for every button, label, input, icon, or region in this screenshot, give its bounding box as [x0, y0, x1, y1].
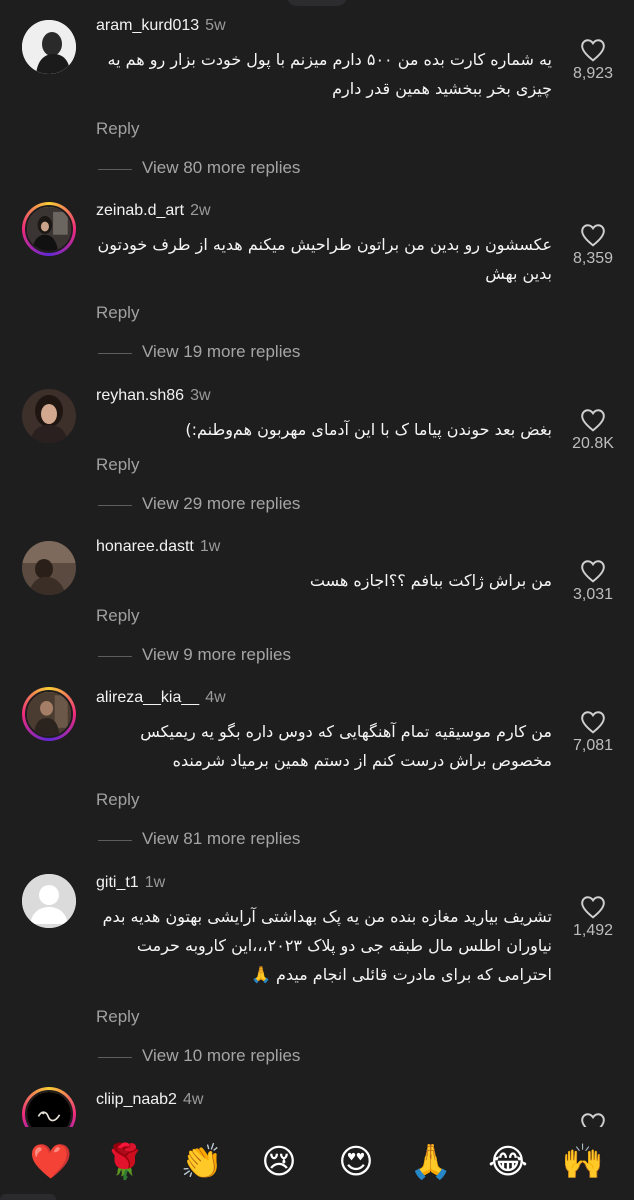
- reply-button[interactable]: Reply: [96, 606, 139, 626]
- avatar[interactable]: [22, 389, 76, 443]
- comment-time: 4w: [182, 1091, 204, 1108]
- reaction-sad-emoji[interactable]: 😢: [253, 1139, 305, 1185]
- like-button[interactable]: 3,031: [560, 559, 626, 604]
- comment-username[interactable]: reyhan.sh86: [96, 387, 184, 404]
- like-button[interactable]: 7,081: [560, 710, 626, 755]
- comment-time: 1w: [199, 538, 221, 555]
- reaction-raised-hands-emoji[interactable]: 🙌: [557, 1139, 609, 1185]
- reaction-rose-emoji[interactable]: 🌹: [99, 1139, 151, 1185]
- reply-button[interactable]: Reply: [96, 303, 139, 323]
- reaction-heart-eyes-emoji[interactable]: 😍: [330, 1139, 382, 1185]
- reaction-laugh-emoji[interactable]: 😂: [482, 1139, 534, 1185]
- view-more-replies-button[interactable]: View 80 more replies: [97, 158, 300, 178]
- view-more-replies-button[interactable]: View 10 more replies: [97, 1046, 300, 1066]
- comment-username[interactable]: aram_kurd013: [96, 17, 199, 34]
- comment-header: aram_kurd013 5w: [96, 16, 226, 36]
- avatar-photo: [22, 541, 76, 595]
- heart-outline-icon: [581, 409, 605, 432]
- default-avatar-icon: [22, 874, 76, 928]
- view-more-replies-button[interactable]: View 9 more replies: [98, 645, 291, 665]
- reply-button[interactable]: Reply: [96, 119, 139, 139]
- comment-header: alireza__kia__ 4w: [96, 688, 226, 708]
- reaction-pray-emoji[interactable]: 🙏: [405, 1139, 457, 1185]
- view-more-replies-button[interactable]: View 29 more replies: [97, 494, 300, 514]
- reply-button[interactable]: Reply: [96, 1007, 139, 1027]
- like-button[interactable]: 1,492: [560, 895, 626, 940]
- heart-outline-icon: [581, 560, 605, 583]
- avatar-photo: [22, 20, 76, 74]
- comment-input-edge[interactable]: [0, 1194, 56, 1200]
- avatar[interactable]: [22, 20, 76, 74]
- comment-text: تشریف بیارید مغازه بنده من یه پک بهداشتی…: [102, 907, 552, 984]
- reaction-clap-emoji[interactable]: 👏: [176, 1139, 228, 1185]
- like-button[interactable]: 8,359: [560, 223, 626, 268]
- comment-time: 3w: [190, 387, 211, 404]
- view-more-replies-button[interactable]: View 19 more replies: [97, 342, 300, 362]
- view-more-replies-button[interactable]: View 81 more replies: [97, 829, 300, 849]
- avatar[interactable]: [22, 874, 76, 928]
- comment-header: zeinab.d_art 2w: [96, 201, 211, 221]
- avatar-photo: [27, 207, 71, 251]
- comment-time: 2w: [190, 202, 211, 219]
- comment-username[interactable]: alireza__kia__: [96, 689, 199, 706]
- comment-time: 1w: [144, 874, 166, 891]
- like-count: 8,359: [572, 250, 614, 267]
- comment-username[interactable]: giti_t1: [96, 874, 139, 891]
- avatar[interactable]: [22, 202, 76, 256]
- avatar-photo: [22, 389, 76, 443]
- comment-header: giti_t1 1w: [96, 873, 165, 893]
- avatar-photo: [27, 692, 71, 736]
- comment-header: reyhan.sh86 3w: [96, 386, 211, 406]
- quick-reaction-bar: ❤️ 🌹 👏 😢 😍 🙏 😂 🙌: [0, 1127, 634, 1200]
- comment-time: 5w: [205, 17, 226, 34]
- like-count: 7,081: [572, 737, 614, 754]
- heart-outline-icon: [581, 711, 605, 734]
- comment-header: honaree.dastt 1w: [96, 537, 220, 557]
- like-count: 1,492: [572, 922, 614, 939]
- like-count: 3,031: [572, 586, 614, 603]
- like-button[interactable]: 20.8K: [560, 408, 626, 453]
- comment-text: یه شماره کارت بده من ۵۰۰ دارم میزنم با پ…: [107, 50, 553, 98]
- heart-outline-icon: [581, 39, 605, 62]
- heart-outline-icon: [581, 896, 605, 919]
- comment-text: بغض بعد حوندن پیاما ک با این آدمای مهربو…: [185, 420, 552, 439]
- comment-text: عکسشون رو بدین من براتون طراحیش میکنم هد…: [97, 235, 552, 283]
- like-count: 8,923: [572, 65, 614, 82]
- comment-username[interactable]: zeinab.d_art: [96, 202, 184, 219]
- reply-button[interactable]: Reply: [96, 455, 139, 475]
- comment-username[interactable]: cliip_naab2: [96, 1091, 177, 1108]
- comment-time: 4w: [205, 689, 226, 706]
- reply-button[interactable]: Reply: [96, 790, 139, 810]
- heart-outline-icon: [581, 224, 605, 247]
- comment-text: من براش ژاکت ببافم ؟؟اجازه هست: [309, 571, 552, 590]
- avatar[interactable]: [22, 541, 76, 595]
- comment-username[interactable]: honaree.dastt: [96, 538, 194, 555]
- comment-text: من کارم موسیقیه تمام آهنگهایی که دوس دار…: [140, 722, 552, 770]
- reaction-heart-emoji[interactable]: ❤️: [25, 1139, 77, 1185]
- sheet-drag-handle[interactable]: [287, 0, 347, 6]
- like-count: 20.8K: [572, 435, 614, 452]
- comment-header: cliip_naab2 4w: [96, 1090, 203, 1110]
- like-button[interactable]: 8,923: [560, 38, 626, 83]
- avatar[interactable]: [22, 687, 76, 741]
